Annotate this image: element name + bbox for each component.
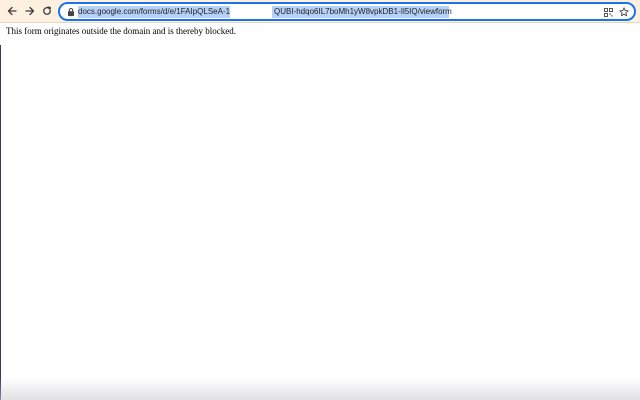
window-edge xyxy=(0,45,1,400)
reload-button[interactable] xyxy=(39,3,55,19)
qr-code-button[interactable] xyxy=(602,6,614,18)
back-button[interactable] xyxy=(4,3,20,19)
address-bar[interactable]: docs.google.com/forms/d/e/1FAIpQLSeA-1 Q… xyxy=(58,2,636,21)
url-text-part2[interactable]: QUBI-hdqo6IL7boMh1yW8vpkDB1-Il5IQ/viewfo… xyxy=(274,6,452,18)
bottom-shadow xyxy=(0,378,640,400)
forward-arrow-icon xyxy=(25,6,35,16)
url-text-part1[interactable]: docs.google.com/forms/d/e/1FAIpQLSeA-1 xyxy=(78,6,230,18)
reload-icon xyxy=(43,6,51,15)
blocked-form-message: This form originates outside the domain … xyxy=(6,26,236,36)
star-icon xyxy=(619,7,629,17)
back-arrow-icon xyxy=(7,6,17,16)
bookmark-button[interactable] xyxy=(618,6,630,18)
qr-code-icon xyxy=(603,7,613,17)
browser-toolbar: docs.google.com/forms/d/e/1FAIpQLSeA-1 Q… xyxy=(0,0,640,23)
forward-button[interactable] xyxy=(22,3,38,19)
lock-icon[interactable] xyxy=(66,7,76,17)
